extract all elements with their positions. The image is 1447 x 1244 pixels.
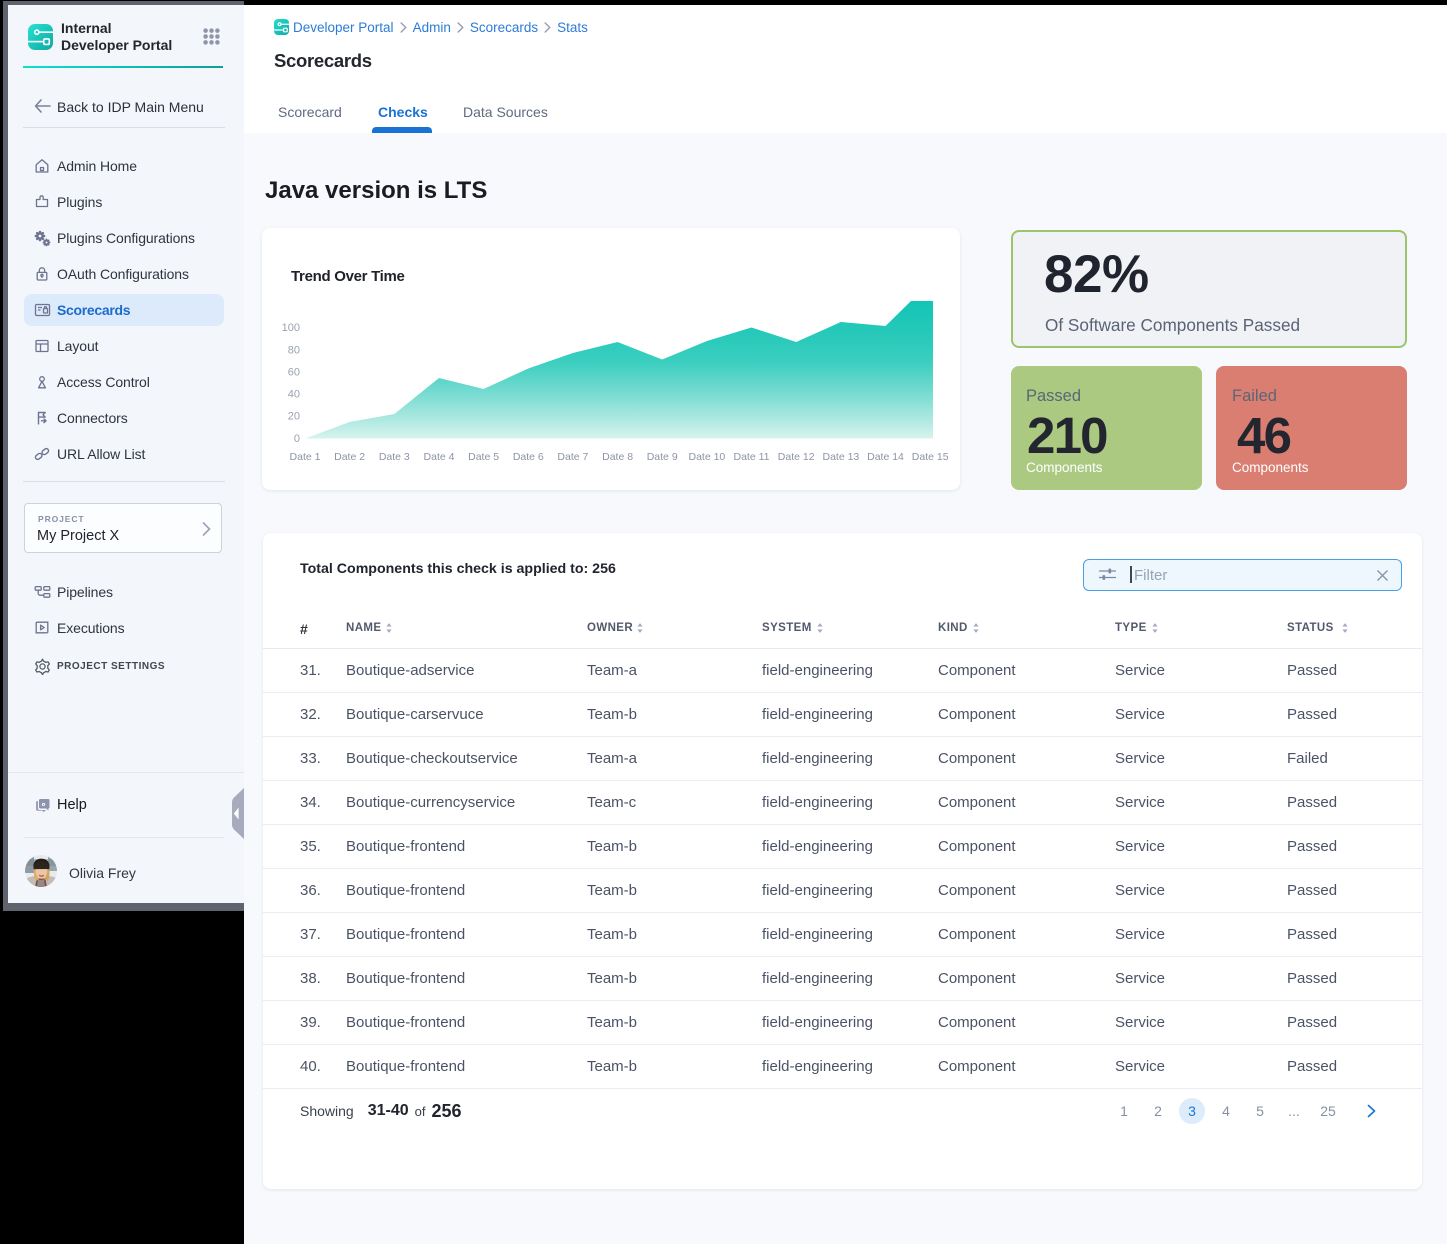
svg-text:Date 8: Date 8 bbox=[602, 451, 633, 463]
svg-text:Date 10: Date 10 bbox=[689, 451, 726, 463]
svg-text:Date 14: Date 14 bbox=[867, 451, 904, 463]
svg-text:0: 0 bbox=[294, 433, 300, 445]
svg-text:Date 1: Date 1 bbox=[290, 451, 321, 463]
svg-text:60: 60 bbox=[288, 367, 300, 379]
svg-text:Date 12: Date 12 bbox=[778, 451, 815, 463]
svg-text:80: 80 bbox=[288, 345, 300, 357]
svg-text:Date 2: Date 2 bbox=[334, 451, 365, 463]
svg-text:Date 11: Date 11 bbox=[734, 451, 770, 463]
svg-text:Date 15: Date 15 bbox=[912, 451, 949, 463]
svg-text:Date 5: Date 5 bbox=[468, 451, 499, 463]
svg-text:Date 4: Date 4 bbox=[424, 451, 455, 463]
svg-text:Date 6: Date 6 bbox=[513, 451, 544, 463]
svg-text:20: 20 bbox=[288, 411, 300, 423]
svg-text:Date 3: Date 3 bbox=[379, 451, 410, 463]
svg-text:40: 40 bbox=[288, 389, 300, 401]
svg-text:Date 7: Date 7 bbox=[557, 451, 588, 463]
svg-text:Date 9: Date 9 bbox=[647, 451, 678, 463]
svg-text:Date 13: Date 13 bbox=[823, 451, 860, 463]
svg-text:100: 100 bbox=[282, 322, 300, 334]
